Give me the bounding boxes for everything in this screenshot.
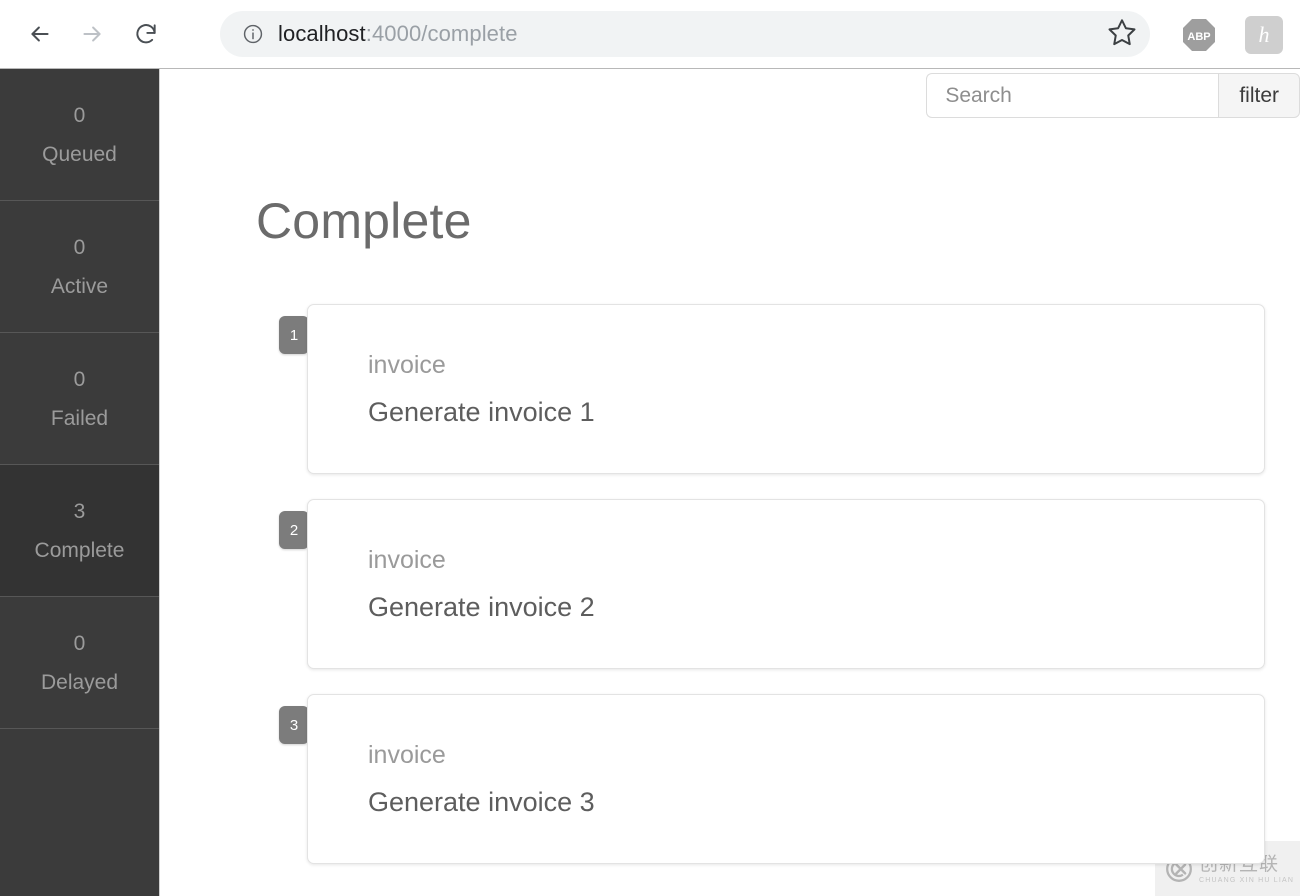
reload-button[interactable] bbox=[124, 12, 168, 56]
browser-toolbar: localhost:4000/complete ABP h bbox=[0, 0, 1300, 68]
job-card[interactable]: invoice Generate invoice 1 bbox=[307, 304, 1265, 474]
adblock-octagon-icon: ABP bbox=[1183, 19, 1215, 51]
sidebar: 0 Queued 0 Active 0 Failed 3 Complete 0 … bbox=[0, 69, 160, 896]
sidebar-label-failed: Failed bbox=[50, 406, 109, 430]
sidebar-item-delayed[interactable]: 0 Delayed bbox=[0, 597, 159, 729]
svg-text:ABP: ABP bbox=[1187, 31, 1210, 43]
job-row: 2 invoice Generate invoice 2 bbox=[279, 499, 1265, 669]
url-path: :4000/complete bbox=[365, 21, 518, 46]
job-badge: 3 bbox=[279, 706, 309, 744]
sidebar-item-complete[interactable]: 3 Complete bbox=[0, 465, 159, 597]
address-bar[interactable]: localhost:4000/complete bbox=[220, 11, 1150, 57]
star-icon bbox=[1107, 17, 1137, 52]
extension-button-adblock[interactable]: ABP bbox=[1180, 16, 1218, 54]
sidebar-count-queued: 0 bbox=[73, 103, 86, 127]
sidebar-count-delayed: 0 bbox=[73, 631, 86, 655]
sidebar-label-complete: Complete bbox=[34, 538, 125, 562]
page-title: Complete bbox=[256, 193, 472, 249]
job-badge: 2 bbox=[279, 511, 309, 549]
job-name: Generate invoice 2 bbox=[368, 592, 595, 622]
sidebar-item-failed[interactable]: 0 Failed bbox=[0, 333, 159, 465]
arrow-right-icon bbox=[79, 21, 105, 47]
arrow-left-icon bbox=[27, 21, 53, 47]
sidebar-label-queued: Queued bbox=[42, 142, 117, 166]
job-card[interactable]: invoice Generate invoice 3 bbox=[307, 694, 1265, 864]
sidebar-label-delayed: Delayed bbox=[40, 670, 119, 694]
job-row: 3 invoice Generate invoice 3 bbox=[279, 694, 1265, 864]
job-name: Generate invoice 3 bbox=[368, 787, 595, 817]
sidebar-count-failed: 0 bbox=[73, 367, 86, 391]
search-toolbar: filter bbox=[926, 73, 1300, 118]
job-class: invoice bbox=[368, 741, 446, 769]
job-card[interactable]: invoice Generate invoice 2 bbox=[307, 499, 1265, 669]
app-viewport: 0 Queued 0 Active 0 Failed 3 Complete 0 … bbox=[0, 68, 1300, 896]
job-row: 1 invoice Generate invoice 1 bbox=[279, 304, 1265, 474]
filter-button[interactable]: filter bbox=[1218, 73, 1300, 118]
forward-button bbox=[70, 12, 114, 56]
job-name: Generate invoice 1 bbox=[368, 397, 595, 427]
job-class: invoice bbox=[368, 546, 446, 574]
content-pane: filter Complete 1 invoice Generate invoi… bbox=[161, 69, 1300, 896]
back-button[interactable] bbox=[18, 12, 62, 56]
info-circle-icon[interactable] bbox=[242, 23, 264, 45]
job-list: 1 invoice Generate invoice 1 2 invoice G… bbox=[279, 304, 1265, 889]
sidebar-count-active: 0 bbox=[73, 235, 86, 259]
search-input[interactable] bbox=[926, 73, 1219, 118]
url-text: localhost:4000/complete bbox=[278, 21, 518, 47]
job-class: invoice bbox=[368, 351, 446, 379]
honey-h-icon: h bbox=[1258, 22, 1270, 47]
sidebar-count-complete: 3 bbox=[73, 499, 86, 523]
sidebar-item-active[interactable]: 0 Active bbox=[0, 201, 159, 333]
bookmark-button[interactable] bbox=[1100, 12, 1144, 56]
reload-icon bbox=[133, 21, 159, 47]
sidebar-item-queued[interactable]: 0 Queued bbox=[0, 69, 159, 201]
job-badge: 1 bbox=[279, 316, 309, 354]
extension-button-honey[interactable]: h bbox=[1245, 16, 1283, 54]
url-host: localhost bbox=[278, 21, 366, 46]
sidebar-label-active: Active bbox=[50, 274, 109, 298]
